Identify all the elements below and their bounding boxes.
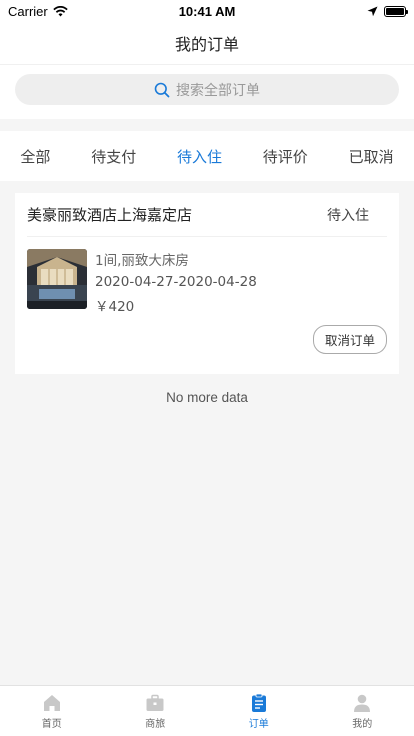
order-status-label: 待入住 (327, 207, 369, 224)
order-card-header: 美豪丽致酒店上海嘉定店 待入住 (27, 193, 387, 237)
tabbar-label-orders: 订单 (248, 718, 269, 730)
status-bar: Carrier 10:41 AM (0, 0, 414, 22)
carrier-label: Carrier (8, 3, 48, 19)
location-arrow-icon (367, 6, 378, 16)
order-card-body: 1间,丽致大床房 2020-04-27-2020-04-28 ￥420 (27, 237, 387, 315)
tab-all[interactable]: 全部 (16, 138, 54, 175)
tab-cancelled[interactable]: 已取消 (345, 138, 398, 175)
tabbar-label-profile: 我的 (352, 718, 373, 730)
battery-icon (384, 5, 408, 17)
hotel-room-image (27, 249, 87, 309)
cancel-order-button[interactable]: 取消订单 (312, 325, 387, 354)
search-section: 搜索全部订单 (0, 64, 414, 119)
tabbar-label-business-travel: 商旅 (145, 718, 166, 730)
search-input[interactable]: 搜索全部订单 (15, 74, 399, 105)
stay-dates: 2020-04-27-2020-04-28 (95, 274, 257, 290)
tabbar-item-business-travel[interactable]: 商旅 (104, 686, 208, 736)
tab-pending-checkin[interactable]: 待入住 (173, 138, 226, 175)
order-card-actions: 取消订单 (27, 315, 387, 374)
list-end-message: No more data (166, 390, 248, 405)
order-card[interactable]: 美豪丽致酒店上海嘉定店 待入住 1间,丽致大床房 2020-04-27-2020… (15, 193, 399, 374)
user-icon (354, 694, 371, 712)
briefcase-icon (146, 694, 164, 711)
bottom-tab-bar: 首页 商旅 订单 我的 (0, 685, 414, 736)
tabbar-item-home[interactable]: 首页 (0, 686, 104, 736)
room-description: 1间,丽致大床房 (95, 253, 189, 269)
tabbar-item-profile[interactable]: 我的 (311, 686, 414, 736)
order-status-tabs: 全部 待支付 待入住 待评价 已取消 (0, 131, 414, 181)
order-info: 1间,丽致大床房 2020-04-27-2020-04-28 ￥420 (95, 249, 257, 315)
clipboard-icon (251, 693, 266, 712)
tab-pending-payment[interactable]: 待支付 (87, 138, 140, 175)
wifi-icon (53, 5, 68, 16)
page-title: 我的订单 (174, 35, 239, 54)
tabbar-label-home: 首页 (41, 718, 62, 730)
nav-bar: 我的订单 (0, 22, 414, 64)
tabbar-item-orders[interactable]: 订单 (207, 686, 311, 736)
hotel-name: 美豪丽致酒店上海嘉定店 (27, 206, 193, 224)
search-icon (154, 82, 170, 97)
home-icon (43, 694, 60, 711)
search-placeholder: 搜索全部订单 (176, 82, 260, 99)
tab-pending-review[interactable]: 待评价 (259, 138, 312, 175)
order-price: ￥420 (95, 299, 135, 315)
